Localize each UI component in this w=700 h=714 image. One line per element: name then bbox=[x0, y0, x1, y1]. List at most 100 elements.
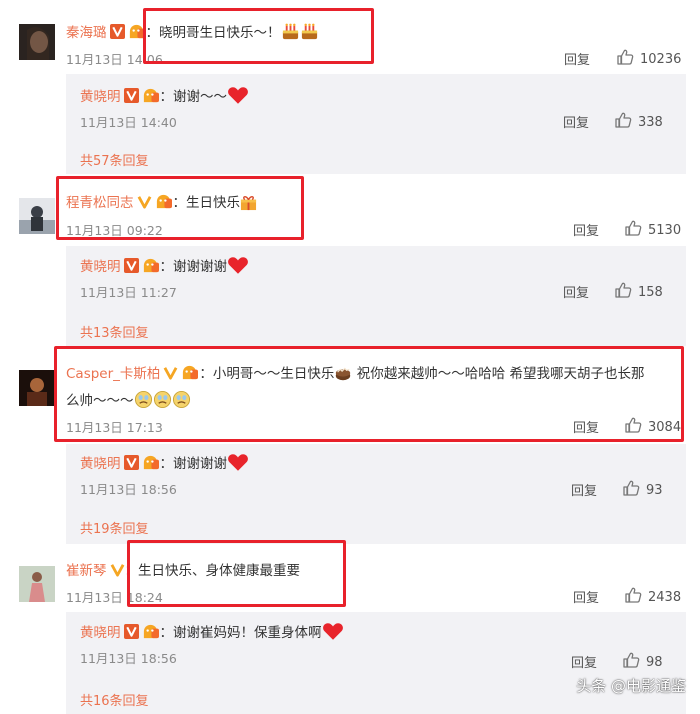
more-replies-link[interactable]: 共16条回复 bbox=[80, 690, 149, 709]
like-button[interactable]: 338 bbox=[614, 111, 663, 130]
comment-line: 崔新琴 ：生日快乐、身体健康最重要 bbox=[66, 561, 300, 581]
crying-emoji-icon bbox=[172, 390, 191, 409]
avatar[interactable] bbox=[19, 198, 55, 234]
reply-line: 黄晓明 ：谢谢谢谢 bbox=[80, 256, 249, 277]
verified-badge-icon bbox=[124, 258, 139, 273]
verified-badge-icon bbox=[137, 194, 152, 209]
verified-badge-icon bbox=[124, 624, 139, 639]
reply-username[interactable]: 黄晓明 bbox=[80, 625, 121, 641]
reply-box: 黄晓明 ：谢谢谢谢 11月13日 18:56 回复 93 共19条回复 bbox=[66, 444, 686, 544]
reply-box: 黄晓明 ：谢谢～～ 11月13日 14:40 回复 338 共57条回复 bbox=[66, 74, 686, 174]
like-button[interactable]: 158 bbox=[614, 281, 663, 300]
level-badge-icon bbox=[180, 364, 199, 381]
reply-line: 黄晓明 ：谢谢崔妈妈！保重身体啊 bbox=[80, 622, 344, 643]
like-button[interactable]: 5130 bbox=[624, 219, 681, 238]
like-button[interactable]: 10236 bbox=[616, 48, 681, 67]
more-replies-link[interactable]: 共19条回复 bbox=[80, 518, 149, 537]
comment-username[interactable]: 崔新琴 bbox=[66, 563, 107, 579]
reply-button[interactable]: 回复 bbox=[573, 587, 599, 606]
heart-emoji-icon bbox=[227, 86, 249, 105]
level-badge-icon bbox=[154, 193, 173, 210]
verified-badge-icon bbox=[124, 88, 139, 103]
level-badge-icon bbox=[141, 623, 160, 640]
level-badge-icon bbox=[141, 257, 160, 274]
cake-emoji-icon bbox=[334, 364, 352, 382]
reply-username[interactable]: 黄晓明 bbox=[80, 259, 121, 275]
reply-button[interactable]: 回复 bbox=[573, 417, 599, 436]
reply-text: ：谢谢崔妈妈！保重身体啊 bbox=[159, 625, 322, 641]
more-replies-link[interactable]: 共57条回复 bbox=[80, 150, 149, 169]
thumbs-up-icon bbox=[622, 479, 640, 497]
comment-username[interactable]: 秦海璐 bbox=[66, 25, 107, 41]
like-button[interactable]: 98 bbox=[622, 651, 663, 670]
comment-text: 么帅～～～ bbox=[66, 393, 134, 409]
comment-time: 11月13日 09:22 bbox=[66, 223, 163, 238]
reply-box: 黄晓明 ：谢谢崔妈妈！保重身体啊 11月13日 18:56 回复 98 共16条回… bbox=[66, 612, 686, 714]
reply-text: ：谢谢～～ bbox=[159, 89, 228, 105]
thumbs-up-icon bbox=[624, 416, 642, 434]
reply-button[interactable]: 回复 bbox=[564, 49, 590, 68]
heart-emoji-icon bbox=[227, 453, 249, 472]
level-badge-icon bbox=[141, 87, 160, 104]
comment-username[interactable]: 程青松同志 bbox=[66, 195, 134, 211]
reply-button[interactable]: 回复 bbox=[563, 282, 589, 301]
reply-line: 黄晓明 ：谢谢谢谢 bbox=[80, 453, 249, 474]
like-count: 5130 bbox=[648, 223, 682, 238]
reply-button[interactable]: 回复 bbox=[571, 480, 597, 499]
like-count: 98 bbox=[646, 655, 663, 670]
comment-line: 程青松同志 ：生日快乐 bbox=[66, 193, 257, 213]
reply-username[interactable]: 黄晓明 bbox=[80, 89, 121, 105]
like-button[interactable]: 3084 bbox=[624, 416, 681, 435]
reply-button[interactable]: 回复 bbox=[573, 220, 599, 239]
comment-username[interactable]: Casper_卡斯柏 bbox=[66, 366, 160, 382]
reply-box: 黄晓明 ：谢谢谢谢 11月13日 11:27 回复 158 共13条回复 bbox=[66, 246, 686, 346]
reply-text: ：谢谢谢谢 bbox=[159, 259, 228, 275]
level-badge-icon bbox=[141, 454, 160, 471]
comment-line: 秦海璐 ：晓明哥生日快乐～！ bbox=[66, 22, 319, 43]
heart-emoji-icon bbox=[227, 256, 249, 275]
comment-text: ：生日快乐、身体健康最重要 bbox=[124, 563, 301, 579]
comment-text: ：晓明哥生日快乐～！ bbox=[145, 25, 281, 41]
heart-emoji-icon bbox=[322, 622, 344, 641]
comment-item: 程青松同志 ：生日快乐 11月13日 09:22 回复 5130 黄晓明 ：谢谢谢谢… bbox=[0, 178, 700, 350]
like-count: 2438 bbox=[648, 590, 682, 605]
like-button[interactable]: 93 bbox=[622, 479, 663, 498]
thumbs-up-icon bbox=[624, 219, 642, 237]
comment-time: 11月13日 14:06 bbox=[66, 52, 163, 67]
verified-badge-icon bbox=[110, 562, 125, 577]
gift-emoji-icon bbox=[240, 194, 257, 211]
comment-line: 么帅～～～ bbox=[66, 390, 191, 411]
reply-text: ：谢谢谢谢 bbox=[159, 456, 228, 472]
verified-badge-icon bbox=[124, 455, 139, 470]
reply-time: 11月13日 11:27 bbox=[80, 285, 177, 300]
crying-emoji-icon bbox=[153, 390, 172, 409]
like-count: 338 bbox=[638, 115, 663, 130]
avatar[interactable] bbox=[19, 24, 55, 60]
reply-time: 11月13日 18:56 bbox=[80, 651, 177, 666]
comment-line: Casper_卡斯柏 ：小明哥～～生日快乐 祝你越来越帅～～哈哈哈 希望我哪天胡子… bbox=[66, 364, 645, 384]
comment-item: Casper_卡斯柏 ：小明哥～～生日快乐 祝你越来越帅～～哈哈哈 希望我哪天胡子… bbox=[0, 350, 700, 544]
like-count: 158 bbox=[638, 285, 663, 300]
thumbs-up-icon bbox=[624, 586, 642, 604]
like-count: 93 bbox=[646, 483, 663, 498]
comment-text: ：生日快乐 bbox=[172, 195, 241, 211]
verified-badge-icon bbox=[163, 365, 178, 380]
thumbs-up-icon bbox=[616, 48, 634, 66]
reply-time: 11月13日 18:56 bbox=[80, 482, 177, 497]
avatar[interactable] bbox=[19, 566, 55, 602]
cake-emoji-icon bbox=[300, 22, 319, 41]
thumbs-up-icon bbox=[614, 111, 632, 129]
thumbs-up-icon bbox=[622, 651, 640, 669]
reply-button[interactable]: 回复 bbox=[571, 652, 597, 671]
reply-username[interactable]: 黄晓明 bbox=[80, 456, 121, 472]
reply-line: 黄晓明 ：谢谢～～ bbox=[80, 86, 249, 107]
like-count: 3084 bbox=[648, 420, 682, 435]
comment-item: 秦海璐 ：晓明哥生日快乐～！ 11月13日 14:06 回复 10236 黄晓明 ：… bbox=[0, 0, 700, 178]
reply-button[interactable]: 回复 bbox=[563, 112, 589, 131]
like-button[interactable]: 2438 bbox=[624, 586, 681, 605]
comment-time: 11月13日 17:13 bbox=[66, 420, 163, 435]
avatar[interactable] bbox=[19, 370, 55, 406]
verified-badge-icon bbox=[110, 24, 125, 39]
more-replies-link[interactable]: 共13条回复 bbox=[80, 322, 149, 341]
crying-emoji-icon bbox=[134, 390, 153, 409]
